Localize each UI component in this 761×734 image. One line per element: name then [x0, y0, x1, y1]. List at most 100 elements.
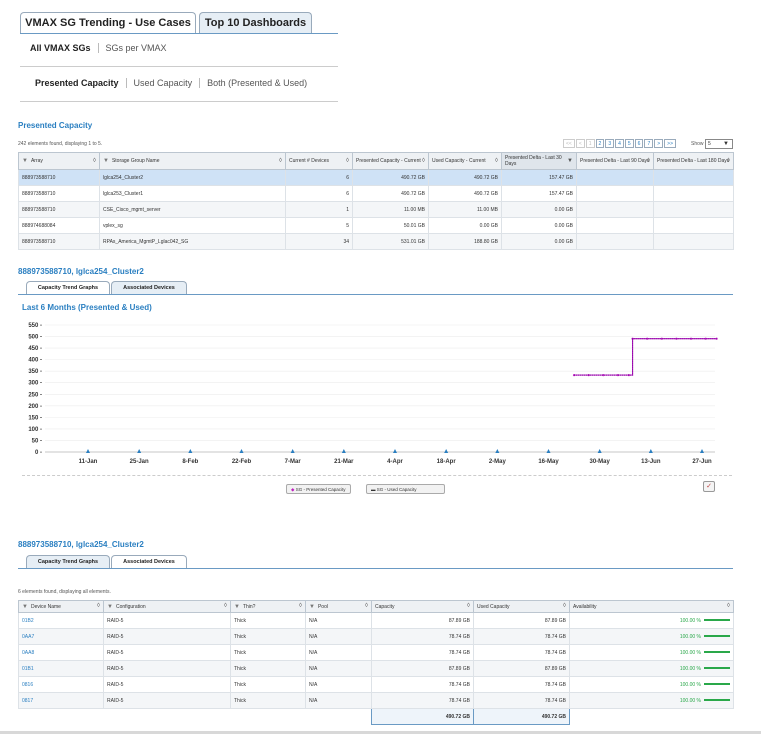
subnav-all-vmax-sgs[interactable]: All VMAX SGs: [30, 43, 98, 53]
col-header-capacity[interactable]: Capacity ◊: [371, 600, 474, 613]
cell-used-capacity: 78.74 GB: [473, 628, 570, 645]
col-header-presented-current[interactable]: Presented Capacity - Current ◊: [352, 152, 429, 170]
table-row[interactable]: 01B2 RAID-5 Thick N/A 87.89 GB 87.89 GB 100.00…: [18, 612, 734, 629]
col-header-delta-90[interactable]: Presented Delta - Last 90 Days ◊: [576, 152, 654, 170]
sort-icon[interactable]: ◊: [279, 158, 282, 164]
page-4-button[interactable]: 4: [615, 139, 624, 148]
device-link[interactable]: 0AA8: [18, 644, 104, 661]
sort-icon[interactable]: ◊: [467, 603, 470, 609]
table-row[interactable]: 888973588710 lglca253_Cluster1 6 490.72 GB 4…: [18, 185, 734, 202]
device-link[interactable]: 0816: [18, 676, 104, 693]
col-header-array[interactable]: ▼ Array ◊: [18, 152, 100, 170]
col-header-availability[interactable]: Availability ◊: [569, 600, 734, 613]
col-header-device-name[interactable]: ▼ Device Name ◊: [18, 600, 104, 613]
cell-used: 490.72 GB: [428, 169, 502, 186]
cell-thin: Thick: [230, 660, 306, 677]
page-2-button[interactable]: 2: [595, 139, 605, 148]
device-link[interactable]: 0817: [18, 692, 104, 709]
cell-thin: Thick: [230, 644, 306, 661]
availability-bar: [704, 667, 730, 670]
sort-desc-icon[interactable]: ▼: [567, 158, 573, 164]
subnav-presented-capacity[interactable]: Presented Capacity: [35, 78, 126, 88]
table-row[interactable]: 0AA7 RAID-5 Thick N/A 78.74 GB 78.74 GB 100.00…: [18, 628, 734, 645]
filter-icon[interactable]: ▼: [22, 158, 28, 164]
col-header-pool[interactable]: ▼ Pool ◊: [305, 600, 372, 613]
tab-vmax-sg-trending[interactable]: VMAX SG Trending - Use Cases: [20, 12, 196, 34]
sort-icon[interactable]: ◊: [495, 158, 498, 164]
chart-bottom-divider: [22, 475, 732, 476]
legend-used-capacity[interactable]: ▬ SG - Used Capacity: [366, 484, 445, 494]
col-header-storage-group[interactable]: ▼ Storage Group Name ◊: [99, 152, 286, 170]
page-5-button[interactable]: 5: [624, 139, 634, 148]
filter-icon[interactable]: ▼: [234, 604, 240, 610]
sort-icon[interactable]: ◊: [97, 603, 100, 609]
section-title-presented-capacity: Presented Capacity: [18, 121, 93, 130]
page-first-button[interactable]: <<: [563, 139, 575, 148]
col-header-configuration[interactable]: ▼ Configuration ◊: [103, 600, 231, 613]
cell-array: 888973588710: [18, 201, 100, 218]
page-3-button[interactable]: 3: [605, 139, 615, 148]
col-header-used-current[interactable]: Used Capacity - Current ◊: [428, 152, 502, 170]
x-tick-marker: [648, 449, 653, 453]
legend-presented-capacity[interactable]: ◆ SG - Presented Capacity: [286, 484, 351, 494]
filter-icon[interactable]: ▼: [103, 158, 109, 164]
col-header-current-devices[interactable]: Current # Devices ◊: [285, 152, 353, 170]
col-header-delta-30[interactable]: Presented Delta - Last 30 Days ▼: [501, 152, 577, 170]
tab-capacity-trend-graphs[interactable]: Capacity Trend Graphs: [26, 555, 110, 569]
tab-top-10-dashboards[interactable]: Top 10 Dashboards: [199, 12, 312, 34]
sort-icon[interactable]: ◊: [563, 603, 566, 609]
col-header-delta-180[interactable]: Presented Delta - Last 180 Days ◊: [653, 152, 734, 170]
subnav-both[interactable]: Both (Presented & Used): [199, 78, 314, 88]
tab-associated-devices[interactable]: Associated Devices: [111, 555, 187, 569]
sort-icon[interactable]: ◊: [422, 158, 425, 164]
x-tick-marker: [188, 449, 193, 453]
subnav-sgs-per-vmax[interactable]: SGs per VMAX: [97, 43, 174, 53]
sort-icon[interactable]: ◊: [647, 158, 650, 164]
device-link[interactable]: 0AA7: [18, 628, 104, 645]
cell-pool: N/A: [305, 644, 372, 661]
page-next-button[interactable]: >: [654, 139, 664, 148]
empty-cell: [19, 709, 104, 725]
page-prev-button[interactable]: <: [575, 139, 585, 148]
x-tick-label: 21-Mar: [334, 459, 354, 465]
tab-associated-devices[interactable]: Associated Devices: [111, 281, 187, 295]
filter-icon[interactable]: ▼: [309, 604, 315, 610]
table-row[interactable]: 01B1 RAID-5 Thick N/A 87.89 GB 87.89 GB 100.00…: [18, 660, 734, 677]
page-size-select[interactable]: 5 ▼: [705, 139, 733, 149]
col-header-thin[interactable]: ▼ Thin? ◊: [230, 600, 306, 613]
sort-icon[interactable]: ◊: [346, 158, 349, 164]
cell-capacity: 78.74 GB: [371, 692, 474, 709]
sort-icon[interactable]: ◊: [727, 158, 730, 164]
subnav-used-capacity[interactable]: Used Capacity: [125, 78, 200, 88]
table-row[interactable]: 0AA8 RAID-5 Thick N/A 78.74 GB 78.74 GB 100.00…: [18, 644, 734, 661]
totals-row: 490.72 GB 490.72 GB: [19, 708, 734, 725]
table-row[interactable]: 888973588710 RPAs_America_MgmtP_Lglac042_…: [18, 233, 734, 250]
col-header-used-capacity[interactable]: Used Capacity ◊: [473, 600, 570, 613]
sort-icon[interactable]: ◊: [224, 603, 227, 609]
sort-icon[interactable]: ◊: [93, 158, 96, 164]
device-link[interactable]: 01B1: [18, 660, 104, 677]
filter-icon[interactable]: ▼: [22, 604, 28, 610]
filter-icon[interactable]: ▼: [107, 604, 113, 610]
page-last-button[interactable]: >>: [664, 139, 676, 148]
x-tick-label: 27-Jun: [692, 459, 712, 465]
sort-icon[interactable]: ◊: [727, 603, 730, 609]
export-chart-icon[interactable]: ✓: [703, 481, 715, 492]
x-tick-marker: [495, 449, 500, 453]
y-tick-label: 450 -: [28, 346, 42, 352]
table-row[interactable]: 0817 RAID-5 Thick N/A 78.74 GB 78.74 GB 100.00…: [18, 692, 734, 709]
tab-capacity-trend-graphs[interactable]: Capacity Trend Graphs: [26, 281, 110, 295]
table-row[interactable]: 0816 RAID-5 Thick N/A 78.74 GB 78.74 GB 100.00…: [18, 676, 734, 693]
y-tick-label: 50 -: [32, 438, 42, 444]
sort-icon[interactable]: ◊: [299, 603, 302, 609]
table-row[interactable]: 888974688084 vplex_sg 5 50.01 GB 0.00 GB 0.00…: [18, 217, 734, 234]
table-row[interactable]: 888973588710 CSE_Cisco_mgmt_server 1 11.00 …: [18, 201, 734, 218]
page-6-button[interactable]: 6: [634, 139, 644, 148]
cell-configuration: RAID-5: [103, 644, 231, 661]
sort-icon[interactable]: ◊: [365, 603, 368, 609]
table-row[interactable]: 888973588710 lglca254_Cluster2 6 490.72 GB 4…: [18, 169, 734, 186]
device-link[interactable]: 01B2: [18, 612, 104, 629]
x-tick-label: 7-Mar: [285, 459, 302, 465]
page-1-button[interactable]: 1: [585, 139, 595, 148]
page-7-button[interactable]: 7: [644, 139, 654, 148]
